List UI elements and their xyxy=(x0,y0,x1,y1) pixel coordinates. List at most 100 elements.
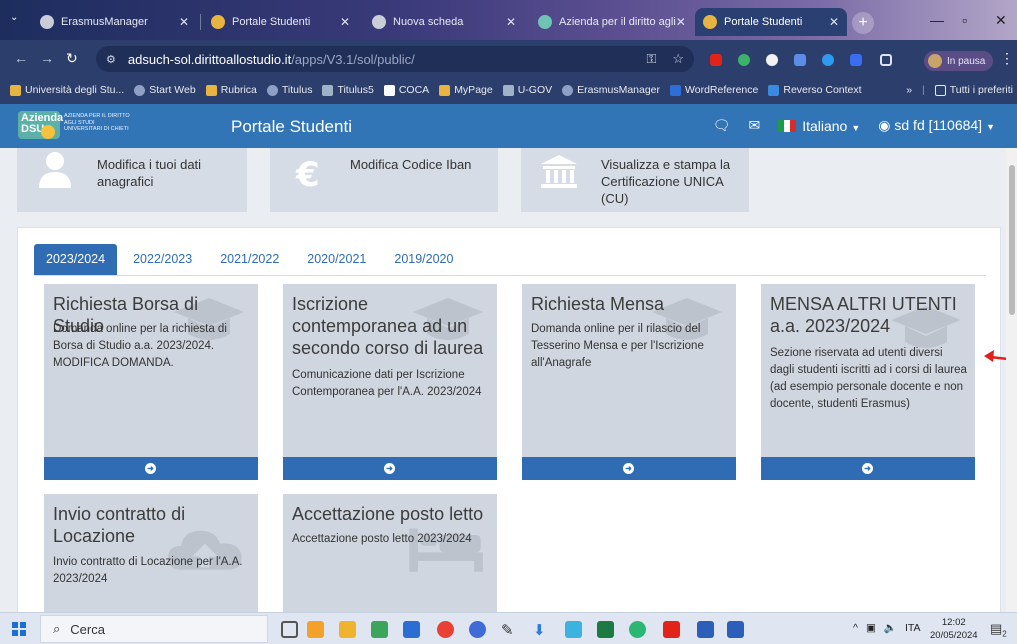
browser-tab-portale-studenti[interactable]: Portale Studenti ✕ xyxy=(203,8,358,36)
volume-icon[interactable]: 🔈 xyxy=(884,621,897,634)
tab-2021-2022[interactable]: 2021/2022 xyxy=(208,244,291,275)
window-close-icon[interactable]: ✕ xyxy=(995,12,1007,29)
tile-modifica-iban[interactable]: € Modifica Codice Iban xyxy=(270,148,498,212)
chrome-menu-icon[interactable]: ⋮ xyxy=(1000,50,1014,67)
folder-app-icon[interactable] xyxy=(339,621,356,638)
tile-label: Modifica Codice Iban xyxy=(350,157,472,172)
bookmark-item[interactable]: WordReference xyxy=(670,84,758,96)
bookmarks-overflow-button[interactable]: » xyxy=(906,84,912,96)
tab-favicon-icon xyxy=(538,15,552,29)
app-icon[interactable] xyxy=(403,621,420,638)
tab-close-icon[interactable]: ✕ xyxy=(179,15,189,29)
card-open-button[interactable]: ➜ xyxy=(761,457,975,480)
all-bookmarks-button[interactable]: Tutti i preferiti xyxy=(934,84,1013,96)
chrome-icon[interactable] xyxy=(437,621,454,638)
network-icon[interactable]: ▣ xyxy=(866,622,876,634)
dsu-logo[interactable]: Azienda DSU AZIENDA PER IL DIRITTO AGLI S… xyxy=(18,111,138,141)
tab-2023-2024[interactable]: 2023/2024 xyxy=(34,244,118,275)
card-open-button[interactable]: ➜ xyxy=(283,457,497,480)
extension-icon[interactable] xyxy=(766,54,778,66)
card-mensa-altri-utenti[interactable]: MENSA ALTRI UTENTI a.a. 2023/2024 Sezion… xyxy=(761,284,975,480)
word-icon[interactable] xyxy=(727,621,744,638)
year-tabs: 2023/2024 2022/2023 2021/2022 2020/2021 … xyxy=(34,244,469,275)
card-contratto-locazione[interactable]: Invio contratto di Locazione Invio contr… xyxy=(44,494,258,612)
bookmark-item[interactable]: U-GOV xyxy=(502,84,552,96)
chevron-up-icon[interactable]: ^ xyxy=(853,622,858,634)
tab-close-icon[interactable]: ✕ xyxy=(506,15,516,29)
task-view-icon[interactable] xyxy=(281,621,298,638)
browser-tab-portale-studenti-active[interactable]: Portale Studenti ✕ xyxy=(695,8,847,36)
excel-icon[interactable] xyxy=(597,621,614,638)
maximize-icon[interactable]: ▫ xyxy=(962,12,967,28)
grammarly-extension-icon[interactable] xyxy=(738,54,750,66)
minimize-icon[interactable]: — xyxy=(930,12,944,28)
input-language[interactable]: ITA xyxy=(905,622,921,634)
tab-close-icon[interactable]: ✕ xyxy=(829,15,839,29)
tab-close-icon[interactable]: ✕ xyxy=(340,15,350,29)
tab-2019-2020[interactable]: 2019/2020 xyxy=(382,244,465,275)
tile-certificazione-cu[interactable]: Visualizza e stampa la Certificazione UN… xyxy=(521,148,749,212)
reload-icon[interactable]: ↻ xyxy=(66,50,78,67)
tab-2020-2021[interactable]: 2020/2021 xyxy=(295,244,378,275)
card-open-button[interactable]: ➜ xyxy=(44,457,258,480)
download-icon[interactable]: ⬇ xyxy=(533,621,550,639)
tile-modifica-dati[interactable]: Modifica i tuoi dati anagrafici xyxy=(17,148,247,212)
extensions-puzzle-icon[interactable] xyxy=(880,54,892,66)
browser-tab-nuova-scheda[interactable]: Nuova scheda ✕ xyxy=(364,8,524,36)
card-iscrizione-contemporanea[interactable]: Iscrizione contemporanea ad un secondo c… xyxy=(283,284,497,480)
pdf-extension-icon[interactable] xyxy=(710,54,722,66)
taskbar-search-input[interactable]: ⌕ Cerca xyxy=(40,615,268,643)
site-info-icon[interactable]: ⚙ xyxy=(106,53,116,66)
url-host: adsuch-sol.dirittoallostudio.it xyxy=(127,51,292,67)
bookmark-item[interactable]: Reverso Context xyxy=(768,84,862,96)
card-posto-letto[interactable]: Accettazione posto letto Accettazione po… xyxy=(283,494,497,612)
browser-tab-azienda[interactable]: Azienda per il diritto agli ✕ xyxy=(530,8,690,36)
new-tab-button[interactable]: + xyxy=(852,12,874,34)
extension-icon[interactable] xyxy=(822,54,834,66)
extension-icon[interactable] xyxy=(794,54,806,66)
windows-start-icon[interactable] xyxy=(12,622,26,636)
arrow-right-circle-icon: ➜ xyxy=(862,463,873,474)
user-menu[interactable]: ◉ sd fd [110684] ▼ xyxy=(878,117,995,134)
profile-button[interactable]: In pausa xyxy=(924,51,994,71)
chat-icon[interactable]: 🗨 xyxy=(713,117,731,134)
tab-close-icon[interactable]: ✕ xyxy=(676,15,686,29)
back-icon[interactable]: ← xyxy=(14,50,28,66)
bookmark-item[interactable]: ErasmusManager xyxy=(562,84,660,96)
notifications-icon[interactable]: ▤2 xyxy=(990,621,1007,639)
whatsapp-icon[interactable] xyxy=(629,621,646,638)
file-explorer-icon[interactable] xyxy=(307,621,324,638)
address-bar[interactable]: ⚙ adsuch-sol.dirittoallostudio.it /apps/… xyxy=(96,46,694,72)
card-open-button[interactable]: ➜ xyxy=(522,457,736,480)
card-richiesta-mensa[interactable]: Richiesta Mensa Domanda online per il ri… xyxy=(522,284,736,480)
app-icon[interactable] xyxy=(371,621,388,638)
bookmark-item[interactable]: COCA xyxy=(383,84,429,96)
bookmark-item[interactable]: Start Web xyxy=(134,84,196,96)
app-icon[interactable] xyxy=(469,621,486,638)
site-title[interactable]: Portale Studenti xyxy=(231,117,352,137)
bookmark-item[interactable]: MyPage xyxy=(439,84,493,96)
extension-icon[interactable] xyxy=(850,54,862,66)
acrobat-icon[interactable] xyxy=(663,621,680,638)
taskbar-clock[interactable]: 12:02 20/05/2024 xyxy=(930,616,978,642)
word-icon[interactable] xyxy=(697,621,714,638)
bookmark-item[interactable]: Titulus5 xyxy=(322,84,374,96)
mail-icon[interactable]: ✉ xyxy=(748,117,760,134)
card-borsa-di-studio[interactable]: Richiesta Borsa di Studio Domanda online… xyxy=(44,284,258,480)
bookmark-label: Start Web xyxy=(149,84,196,96)
bookmark-item[interactable]: Università degli Stu... xyxy=(10,84,124,96)
browser-tab-strip: ⌄ ErasmusManager ✕ Portale Studenti ✕ Nu… xyxy=(0,0,1017,40)
forward-icon[interactable]: → xyxy=(40,50,54,66)
password-key-icon[interactable]: ⚿ xyxy=(646,51,656,67)
bookmark-star-icon[interactable]: ☆ xyxy=(672,51,684,67)
card-title: Richiesta Mensa xyxy=(531,294,665,314)
bookmark-item[interactable]: Titulus xyxy=(266,84,312,96)
tab-list-icon[interactable]: ⌄ xyxy=(10,12,18,23)
calendar-icon[interactable] xyxy=(565,621,582,638)
language-dropdown[interactable]: Italiano ▼ xyxy=(778,118,860,134)
browser-tab-erasmusmanager[interactable]: ErasmusManager ✕ xyxy=(32,8,197,36)
pen-icon[interactable]: ✎ xyxy=(501,621,518,639)
bookmark-item[interactable]: Rubrica xyxy=(205,84,257,96)
tab-2022-2023[interactable]: 2022/2023 xyxy=(121,244,204,275)
scrollbar-thumb[interactable] xyxy=(1009,165,1015,315)
